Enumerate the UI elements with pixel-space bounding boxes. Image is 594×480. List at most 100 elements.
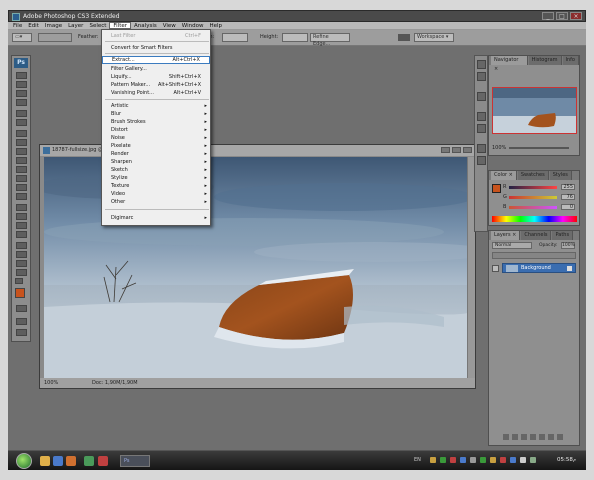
language-indicator[interactable]: EN xyxy=(414,457,421,463)
menu-item-other[interactable]: Other ▸ xyxy=(102,198,210,206)
menu-file[interactable]: File xyxy=(10,22,25,29)
network-icon[interactable] xyxy=(530,457,536,463)
brushes-palette-icon[interactable] xyxy=(398,34,410,41)
opacity-input[interactable]: 100% xyxy=(561,242,575,249)
history-brush-tool-icon[interactable] xyxy=(16,157,27,164)
character-panel-icon[interactable] xyxy=(477,144,486,153)
task-app-icon[interactable] xyxy=(84,456,94,466)
menu-item-vanishing-point[interactable]: Vanishing Point... Alt+Ctrl+V xyxy=(102,89,210,97)
menu-select[interactable]: Select xyxy=(86,22,109,29)
hand-tool-icon[interactable] xyxy=(16,260,27,267)
tab-paths[interactable]: Paths xyxy=(552,231,574,240)
doc-maximize-button[interactable] xyxy=(452,147,461,153)
menu-item-distort[interactable]: Distort ▸ xyxy=(102,126,210,134)
volume-icon[interactable] xyxy=(520,457,526,463)
menu-item-stylize[interactable]: Stylize ▸ xyxy=(102,174,210,182)
minimize-button[interactable]: _ xyxy=(542,12,554,20)
refine-edge-button[interactable]: Refine Edge... xyxy=(310,33,350,47)
dodge-tool-icon[interactable] xyxy=(16,193,27,200)
path-selection-tool-icon[interactable] xyxy=(16,222,27,229)
menu-edit[interactable]: Edit xyxy=(25,22,42,29)
menu-item-render[interactable]: Render ▸ xyxy=(102,150,210,158)
tab-swatches[interactable]: Swatches xyxy=(517,171,549,180)
brush-tool-icon[interactable] xyxy=(16,139,27,146)
quicklaunch-folder-icon[interactable] xyxy=(40,456,50,466)
history-panel-icon[interactable] xyxy=(477,60,486,69)
menu-item-last-filter[interactable]: Last Filter Ctrl+F xyxy=(102,32,210,40)
gradient-tool-icon[interactable] xyxy=(16,175,27,182)
menu-item-pattern-maker[interactable]: Pattern Maker... Alt+Shift+Ctrl+X xyxy=(102,81,210,89)
paragraph-panel-icon[interactable] xyxy=(477,156,486,165)
menu-item-blur[interactable]: Blur ▸ xyxy=(102,110,210,118)
navigator-preview[interactable] xyxy=(492,87,577,134)
menu-filter[interactable]: Filter xyxy=(109,22,132,29)
document-size[interactable]: Doc: 1,90M/1,90M xyxy=(92,378,138,388)
tab-layers[interactable]: Layers × xyxy=(491,231,521,240)
link-layers-icon[interactable] xyxy=(503,434,509,440)
menu-item-sharpen[interactable]: Sharpen ▸ xyxy=(102,158,210,166)
edit-in-imageready-icon[interactable] xyxy=(16,329,27,336)
layer-visibility-eye-icon[interactable] xyxy=(492,265,499,272)
navigator-zoom[interactable]: 100% xyxy=(492,145,506,151)
blue-channel-value[interactable]: 0 xyxy=(561,204,575,210)
move-tool-icon[interactable] xyxy=(16,72,27,79)
menu-window[interactable]: Window xyxy=(179,22,207,29)
menu-image[interactable]: Image xyxy=(42,22,65,29)
color-spectrum-bar[interactable] xyxy=(492,216,577,222)
red-channel-value[interactable]: 255 xyxy=(561,184,575,190)
notes-tool-icon[interactable] xyxy=(16,242,27,249)
tray-icon[interactable] xyxy=(490,457,496,463)
menu-item-liquify[interactable]: Liquify... Shift+Ctrl+X xyxy=(102,73,210,81)
menu-item-artistic[interactable]: Artistic ▸ xyxy=(102,102,210,110)
layer-row-background[interactable]: Background xyxy=(502,263,576,273)
menu-item-sketch[interactable]: Sketch ▸ xyxy=(102,166,210,174)
menu-analysis[interactable]: Analysis xyxy=(131,22,160,29)
blur-tool-icon[interactable] xyxy=(16,184,27,191)
new-layer-icon[interactable] xyxy=(548,434,554,440)
clone-source-panel-icon[interactable] xyxy=(477,124,486,133)
width-input[interactable] xyxy=(222,33,248,42)
healing-brush-tool-icon[interactable] xyxy=(16,130,27,137)
layer-mask-icon[interactable] xyxy=(521,434,527,440)
foreground-color-swatch[interactable] xyxy=(15,288,25,298)
tab-color[interactable]: Color × xyxy=(491,171,517,180)
layer-style-icon[interactable] xyxy=(512,434,518,440)
menu-item-video[interactable]: Video ▸ xyxy=(102,190,210,198)
type-tool-icon[interactable] xyxy=(16,213,27,220)
maximize-button[interactable]: □ xyxy=(556,12,568,20)
tray-icon[interactable] xyxy=(450,457,456,463)
slice-tool-icon[interactable] xyxy=(16,119,27,126)
quick-mask-icon[interactable] xyxy=(16,305,27,312)
shape-tool-icon[interactable] xyxy=(16,231,27,238)
tray-icon[interactable] xyxy=(510,457,516,463)
color-foreground-swatch[interactable] xyxy=(492,184,501,193)
doc-close-button[interactable] xyxy=(463,147,472,153)
clone-stamp-tool-icon[interactable] xyxy=(16,148,27,155)
tool-presets-panel-icon[interactable] xyxy=(477,92,486,101)
menu-item-extract[interactable]: Extract... Alt+Ctrl+X xyxy=(102,56,210,64)
tab-channels[interactable]: Channels xyxy=(521,231,552,240)
adjustment-layer-icon[interactable] xyxy=(530,434,536,440)
quicklaunch-ie-icon[interactable] xyxy=(53,456,63,466)
menu-item-convert-smart-filters[interactable]: Convert for Smart Filters xyxy=(102,44,210,52)
menu-layer[interactable]: Layer xyxy=(65,22,86,29)
blue-channel-slider[interactable] xyxy=(509,206,557,209)
eyedropper-tool-icon[interactable] xyxy=(16,251,27,258)
brushes-panel-icon[interactable] xyxy=(477,112,486,121)
menu-item-noise[interactable]: Noise ▸ xyxy=(102,134,210,142)
menu-item-pixelate[interactable]: Pixelate ▸ xyxy=(102,142,210,150)
start-button[interactable] xyxy=(16,453,32,469)
task-app-icon[interactable] xyxy=(98,456,108,466)
menu-item-brush-strokes[interactable]: Brush Strokes ▸ xyxy=(102,118,210,126)
tray-icon[interactable] xyxy=(430,457,436,463)
clock[interactable]: 05:58 xyxy=(557,457,573,463)
green-channel-slider[interactable] xyxy=(509,196,557,199)
pen-tool-icon[interactable] xyxy=(16,204,27,211)
tab-styles[interactable]: Styles xyxy=(549,171,572,180)
tray-icon[interactable] xyxy=(460,457,466,463)
zoom-tool-icon[interactable] xyxy=(16,269,27,276)
close-button[interactable]: × xyxy=(570,12,582,20)
height-input[interactable] xyxy=(282,33,308,42)
task-photoshop[interactable]: Ps xyxy=(120,455,150,467)
red-channel-slider[interactable] xyxy=(509,186,557,189)
